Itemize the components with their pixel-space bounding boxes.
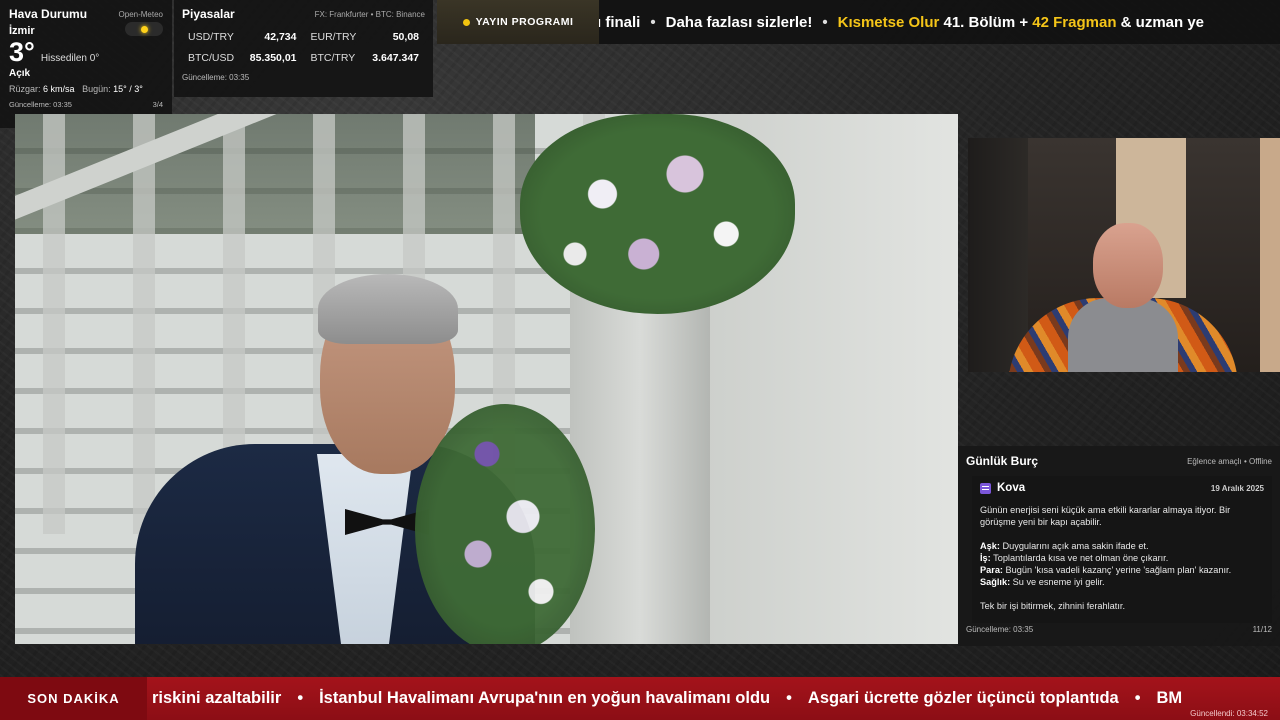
- video-pillar: [570, 284, 710, 644]
- aquarius-icon: [980, 482, 991, 494]
- ticker-separator: •: [297, 689, 304, 707]
- ticker-text: 41. Bölüm +: [939, 13, 1033, 31]
- breaking-updated: Güncellendi: 03:34:52: [1190, 709, 1268, 718]
- wind-label: Rüzgar:: [9, 84, 41, 94]
- markets-title: Piyasalar: [182, 7, 235, 21]
- ticker-item: Kısmetse Olur 41. Bölüm + 42 Fragman & u…: [838, 14, 1204, 31]
- horoscope-meta: Eğlence amaçlı • Offline: [1187, 456, 1272, 466]
- ticker-separator: •: [786, 689, 792, 707]
- main-video[interactable]: [15, 114, 958, 644]
- weather-city: İzmir: [9, 25, 35, 37]
- weather-title: Hava Durumu: [9, 7, 88, 21]
- ticker-highlight: 42 Fragman: [1032, 13, 1117, 31]
- markets-source: FX: Frankfurter • BTC: Binance: [314, 9, 425, 19]
- sign-name: Kova: [997, 482, 1026, 494]
- weather-condition: Açık: [9, 68, 31, 79]
- horoscope-title: Günlük Burç: [966, 454, 1039, 468]
- live-dot-icon: [462, 18, 470, 26]
- horoscope-text: Günün enerjisi seni küçük ama etkili kar…: [980, 504, 1264, 612]
- money-label: Para:: [980, 565, 1003, 575]
- horoscope-tip: Tek bir işi bitirmek, zihnini ferahlatır…: [980, 601, 1126, 611]
- horoscope-love: Aşk: Duygularını açık ama sakin ifade et…: [980, 540, 1264, 552]
- today-value: 15° / 3°: [113, 84, 143, 94]
- weather-details: Rüzgar: 6 km/sa Bugün: 15° / 3°: [9, 84, 163, 94]
- horoscope-widget: Günlük Burç Eğlence amaçlı • Offline Kov…: [958, 446, 1280, 646]
- breaking-label: SON DAKİKA: [0, 677, 147, 720]
- ticker-item: Daha fazlası sizlerle!: [665, 13, 813, 31]
- weather-updated: Güncelleme: 03:35: [9, 100, 72, 109]
- money-text: Bugün 'kısa vadeli kazanç' yerine 'sağla…: [1002, 565, 1232, 575]
- rate-usd-try: USD/TRY 42,734: [188, 31, 297, 43]
- rate-value: 85.350,01: [249, 52, 297, 64]
- breaking-item: BM: [1156, 689, 1183, 707]
- rate-value: 3.647.347: [372, 52, 419, 64]
- horoscope-intro: Günün enerjisi seni küçük ama etkili kar…: [980, 505, 1231, 527]
- schedule-label: YAYIN PROGRAMI: [475, 16, 574, 28]
- webcam-feed[interactable]: [968, 138, 1280, 372]
- markets-updated: Güncelleme: 03:35: [182, 73, 250, 82]
- weather-feels-like: Hissedilen 0°: [40, 53, 100, 64]
- love-text: Duygularını açık ama sakin ifade et.: [999, 541, 1149, 551]
- ticker-item: ı finali: [597, 13, 641, 31]
- rate-pair: EUR/TRY: [310, 31, 357, 43]
- ticker-separator: •: [1134, 689, 1141, 707]
- webcam-person: [1008, 223, 1238, 372]
- ticker-text: & uzman ye: [1116, 13, 1205, 31]
- horoscope-work: İş: Toplantılarda kısa ve net olman öne …: [980, 552, 1264, 564]
- schedule-button[interactable]: YAYIN PROGRAMI: [437, 0, 599, 44]
- video-flowers-front: [415, 404, 595, 644]
- rate-pair: USD/TRY: [188, 31, 234, 43]
- today-label: Bugün:: [82, 84, 111, 94]
- work-text: Toplantılarda kısa ve net olman öne çıka…: [990, 553, 1169, 563]
- weather-page-indicator: 3/4: [152, 100, 163, 109]
- rate-pair: BTC/TRY: [310, 52, 356, 64]
- horoscope-money: Para: Bugün 'kısa vadeli kazanç' yerine …: [980, 564, 1264, 576]
- rate-eur-try: EUR/TRY 50,08: [311, 31, 420, 43]
- horoscope-card: Kova 19 Aralık 2025 Günün enerjisi seni …: [972, 476, 1272, 623]
- horoscope-health: Sağlık: Su ve esneme iyi gelir.: [980, 576, 1264, 588]
- breaking-item: İstanbul Havalimanı Avrupa'nın en yoğun …: [319, 689, 771, 707]
- breaking-item: Asgari ücrette gözler üçüncü toplantıda: [807, 689, 1119, 707]
- rate-btc-usd: BTC/USD 85.350,01: [188, 52, 297, 64]
- ticker-separator: •: [822, 13, 828, 31]
- horoscope-page-indicator: 11/12: [1252, 625, 1272, 634]
- ticker-separator: •: [650, 13, 656, 31]
- top-ticker: YAYIN PROGRAMI ı finali • Daha fazlası s…: [437, 0, 1280, 44]
- horoscope-sign: Kova: [980, 482, 1025, 494]
- rate-pair: BTC/USD: [188, 52, 235, 64]
- work-label: İş:: [980, 553, 991, 563]
- love-label: Aşk:: [980, 541, 1000, 551]
- health-text: Su ve esneme iyi gelir.: [1010, 577, 1105, 587]
- markets-widget: Piyasalar FX: Frankfurter • BTC: Binance…: [174, 0, 433, 97]
- wind-value: 6 km/sa: [43, 84, 75, 94]
- rate-btc-try: BTC/TRY 3.647.347: [311, 52, 420, 64]
- breaking-item: riskini azaltabilir: [152, 689, 282, 707]
- breaking-ticker-track: riskini azaltabilir • İstanbul Havaliman…: [152, 677, 1182, 720]
- horoscope-date: 19 Aralık 2025: [1210, 483, 1264, 493]
- rate-value: 50,08: [392, 31, 419, 43]
- health-label: Sağlık:: [980, 577, 1011, 587]
- rate-value: 42,734: [264, 31, 297, 43]
- video-flowers: [520, 114, 795, 314]
- weather-source: Open-Meteo: [118, 9, 163, 19]
- top-ticker-track: ı finali • Daha fazlası sizlerle! • Kısm…: [597, 0, 1204, 44]
- horoscope-updated: Güncelleme: 03:35: [966, 625, 1034, 634]
- breaking-news-bar: SON DAKİKA riskini azaltabilir • İstanbu…: [0, 677, 1280, 720]
- weather-temperature: 3°: [9, 37, 35, 67]
- ticker-highlight: Kısmetse Olur: [837, 13, 940, 31]
- sun-icon: [125, 22, 163, 36]
- weather-widget: Hava Durumu Open-Meteo İzmir 3° Hissedil…: [0, 0, 172, 128]
